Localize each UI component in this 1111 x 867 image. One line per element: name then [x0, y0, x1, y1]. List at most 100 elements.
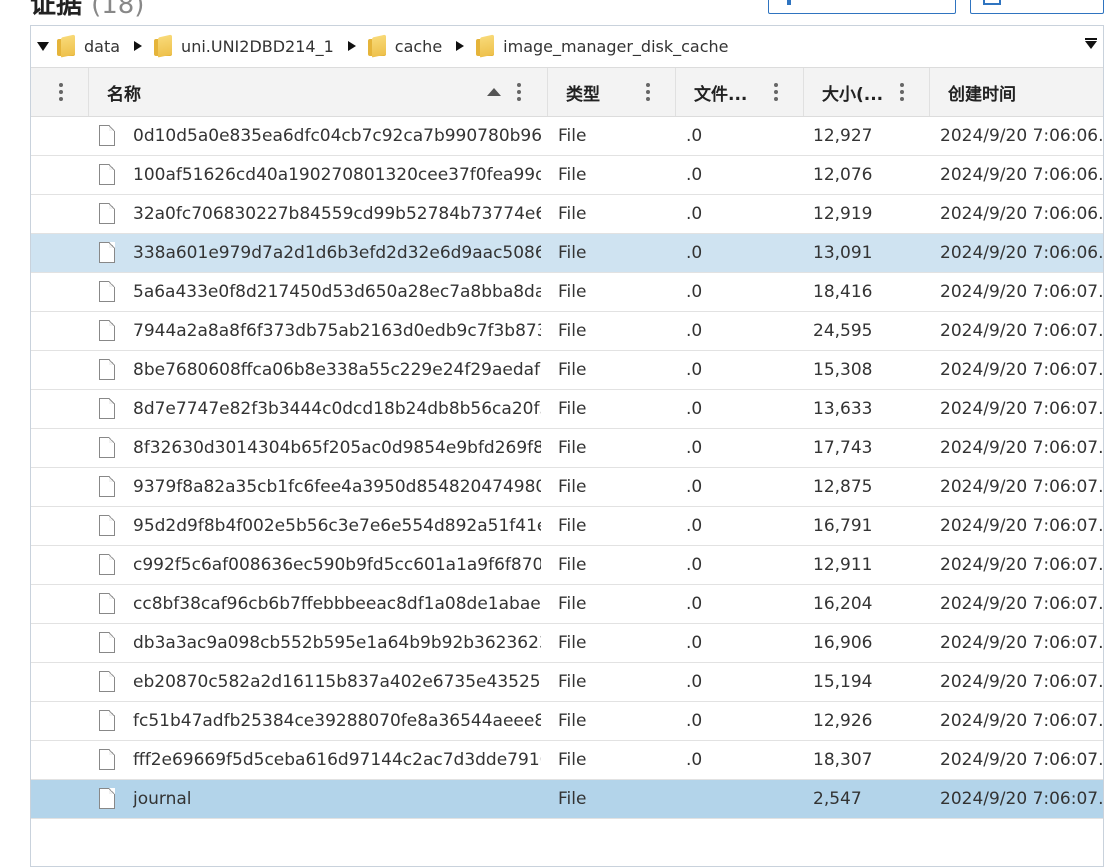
created-time-cell: 2024/9/20 7:06:07.00 — [940, 321, 1104, 341]
breadcrumb-item-1[interactable]: uni.UNI2DBD214_1 — [181, 37, 334, 56]
created-time-cell: 2024/9/20 7:06:06.00 — [940, 126, 1104, 146]
file-size-cell: 16,791 — [813, 516, 873, 536]
table-row[interactable]: eb20870c582a2d16115b837a402e6735e43525cd… — [31, 663, 1103, 702]
file-ext-cell: .0 — [686, 282, 703, 302]
file-ext-cell: .0 — [686, 243, 703, 263]
more-options-icon[interactable] — [55, 80, 67, 104]
created-time-cell: 2024/9/20 7:06:07.00 — [940, 750, 1104, 770]
table-row[interactable]: 5a6a433e0f8d217450d53d650a28ec7a8bba8da8… — [31, 273, 1103, 312]
file-icon — [99, 242, 115, 263]
created-time-cell: 2024/9/20 7:06:07.00 — [940, 438, 1104, 458]
file-ext-cell: .0 — [686, 399, 703, 419]
file-type-cell: File — [558, 555, 587, 575]
file-icon — [99, 476, 115, 497]
file-icon — [99, 398, 115, 419]
file-ext-cell: .0 — [686, 555, 703, 575]
created-time-cell: 2024/9/20 7:06:07.00 — [940, 477, 1104, 497]
file-type-cell: File — [558, 204, 587, 224]
table-row[interactable]: 338a601e979d7a2d1d6b3efd2d32e6d9aac50866… — [31, 234, 1103, 273]
grid-view-icon — [983, 0, 1001, 5]
file-icon — [99, 710, 115, 731]
table-row[interactable]: fc51b47adfb25384ce39288070fe8a36544aeee8… — [31, 702, 1103, 741]
column-header-ext[interactable]: 文件... — [676, 68, 804, 116]
file-icon — [99, 359, 115, 380]
column-header-name[interactable]: 名称 — [89, 68, 548, 116]
toolbar-button-right[interactable] — [970, 0, 1104, 14]
file-name-cell: 0d10d5a0e835ea6dfc04cb7c92ca7b990780b96c… — [133, 126, 541, 146]
file-ext-cell: .0 — [686, 750, 703, 770]
table-row[interactable]: 9379f8a82a35cb1fc6fee4a3950d854820474980… — [31, 468, 1103, 507]
file-ext-cell: .0 — [686, 321, 703, 341]
table-row[interactable]: 100af51626cd40a190270801320cee37f0fea99d… — [31, 156, 1103, 195]
table-row[interactable]: db3a3ac9a098cb552b595e1a64b9b92b36236233… — [31, 624, 1103, 663]
toolbar-button-left[interactable] — [768, 0, 956, 14]
breadcrumb-menu-icon[interactable] — [1085, 38, 1097, 49]
file-name-cell: 338a601e979d7a2d1d6b3efd2d32e6d9aac50866… — [133, 243, 541, 263]
sort-ascending-icon — [487, 88, 501, 96]
file-name-cell: 32a0fc706830227b84559cd99b52784b73774e6f… — [133, 204, 541, 224]
file-type-cell: File — [558, 165, 587, 185]
column-header-label: 文件... — [694, 84, 748, 105]
file-type-cell: File — [558, 516, 587, 536]
file-name-cell: fc51b47adfb25384ce39288070fe8a36544aeee8… — [133, 711, 541, 731]
file-icon — [99, 788, 115, 809]
folder-icon — [57, 36, 75, 56]
table-row[interactable]: 95d2d9f8b4f002e5b56c3e7e6e554d892a51f41e… — [31, 507, 1103, 546]
more-options-icon[interactable] — [513, 80, 525, 104]
file-name-cell: cc8bf38caf96cb6b7ffebbbeeac8df1a08de1aba… — [133, 594, 541, 614]
column-header-type[interactable]: 类型 — [548, 68, 676, 116]
folder-icon — [367, 36, 386, 56]
more-options-icon[interactable] — [642, 80, 654, 104]
created-time-cell: 2024/9/20 7:06:07.00 — [940, 672, 1104, 692]
created-time-cell: 2024/9/20 7:06:07.00 — [940, 789, 1104, 809]
breadcrumb-item-3[interactable]: image_manager_disk_cache — [503, 37, 728, 56]
file-type-cell: File — [558, 789, 587, 809]
table-header: 名称 类型 文件... 大小(... 创建时间 — [31, 67, 1103, 117]
column-header-created[interactable]: 创建时间 — [930, 68, 1103, 116]
file-size-cell: 13,633 — [813, 399, 873, 419]
column-header-label: 创建时间 — [948, 84, 1016, 105]
file-type-cell: File — [558, 477, 587, 497]
table-row[interactable]: 8f32630d3014304b65f205ac0d9854e9bfd269f8… — [31, 429, 1103, 468]
file-ext-cell: .0 — [686, 672, 703, 692]
breadcrumb-separator-icon — [347, 41, 356, 51]
table-row[interactable]: 7944a2a8a8f6f373db75ab2163d0edb9c7f3b873… — [31, 312, 1103, 351]
file-type-cell: File — [558, 399, 587, 419]
file-type-cell: File — [558, 282, 587, 302]
file-name-cell: 95d2d9f8b4f002e5b56c3e7e6e554d892a51f41e… — [133, 516, 541, 536]
created-time-cell: 2024/9/20 7:06:07.00 — [940, 633, 1104, 653]
table-row[interactable]: 0d10d5a0e835ea6dfc04cb7c92ca7b990780b96c… — [31, 117, 1103, 156]
file-size-cell: 12,911 — [813, 555, 873, 575]
more-options-icon[interactable] — [770, 80, 782, 104]
page-title: 证据 (18) — [30, 0, 144, 20]
toolbar-button-icon — [787, 0, 795, 5]
table-row[interactable]: 8d7e7747e82f3b3444c0dcd18b24db8b56ca20f3… — [31, 390, 1103, 429]
column-header-size[interactable]: 大小(... — [804, 68, 930, 116]
table-row[interactable]: cc8bf38caf96cb6b7ffebbbeeac8df1a08de1aba… — [31, 585, 1103, 624]
file-icon — [99, 593, 115, 614]
file-size-cell: 24,595 — [813, 321, 873, 341]
created-time-cell: 2024/9/20 7:06:06.00 — [940, 204, 1104, 224]
file-size-cell: 16,906 — [813, 633, 873, 653]
file-name-cell: 7944a2a8a8f6f373db75ab2163d0edb9c7f3b873… — [133, 321, 541, 341]
file-size-cell: 15,308 — [813, 360, 873, 380]
file-icon — [99, 515, 115, 536]
folder-icon — [154, 36, 173, 56]
table-row[interactable]: journal File 2,547 2024/9/20 7:06:07.00 — [31, 780, 1103, 819]
file-size-cell: 16,204 — [813, 594, 873, 614]
file-type-cell: File — [558, 321, 587, 341]
file-icon — [99, 320, 115, 341]
table-row[interactable]: 32a0fc706830227b84559cd99b52784b73774e6f… — [31, 195, 1103, 234]
breadcrumb-expand-icon[interactable] — [37, 41, 49, 51]
more-options-icon[interactable] — [896, 80, 908, 104]
breadcrumb-item-0[interactable]: data — [84, 37, 120, 56]
breadcrumb: data uni.UNI2DBD214_1 cache image_manage… — [31, 26, 1103, 66]
table-row[interactable]: fff2e69669f5d5ceba616d97144c2ac7d3dde791… — [31, 741, 1103, 780]
file-icon — [99, 164, 115, 185]
file-size-cell: 2,547 — [813, 789, 862, 809]
file-size-cell: 13,091 — [813, 243, 873, 263]
table-row[interactable]: 8be7680608ffca06b8e338a55c229e24f29aedaf… — [31, 351, 1103, 390]
file-icon — [99, 554, 115, 575]
table-row[interactable]: c992f5c6af008636ec590b9fd5cc601a1a9f6f87… — [31, 546, 1103, 585]
breadcrumb-item-2[interactable]: cache — [395, 37, 442, 56]
